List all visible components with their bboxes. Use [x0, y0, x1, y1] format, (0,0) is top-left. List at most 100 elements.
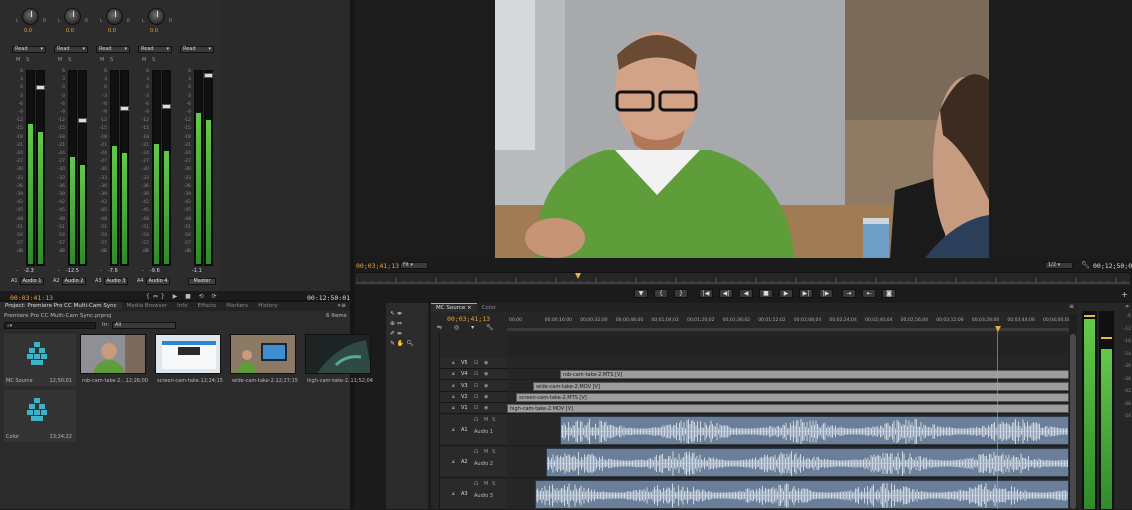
transport-button-0[interactable]: ▼ — [634, 289, 648, 298]
in-select[interactable]: All — [112, 322, 176, 329]
transport-button-2[interactable]: } — [674, 289, 688, 298]
project-item[interactable]: high-cam-take-2... 11;52;04 — [305, 334, 377, 386]
solo-button[interactable]: S — [110, 57, 113, 63]
automation-mode-select[interactable]: Read ▾ — [12, 46, 46, 53]
timeline-tools[interactable]: ⇋ ◎ ▾ 🔧︎ — [437, 324, 499, 331]
mute-button[interactable]: M — [16, 57, 20, 63]
db-scale: 6 3 0 -3 -6 -9 -12 -15 -18 -21 -24 -27 -30 -33 -36 -39-… — [15, 69, 23, 255]
insert-button[interactable]: ⇥ — [842, 289, 856, 298]
overwrite-button[interactable]: ⇤ — [862, 289, 876, 298]
transport-button-6[interactable]: ■ — [759, 289, 773, 298]
volume-fader[interactable] — [78, 118, 87, 123]
track-header-v1[interactable]: 🔒︎ V1 ⊡ ◉ — [440, 403, 507, 415]
transport-button-1[interactable]: { — [654, 289, 668, 298]
export-frame-button[interactable]: ◙ — [882, 289, 896, 298]
solo-button[interactable]: S — [492, 449, 495, 455]
zoom-select[interactable]: Fit ▾ — [400, 262, 428, 269]
ruler-label: 00;02;56;04 — [900, 318, 929, 323]
mute-button[interactable]: M — [100, 57, 104, 63]
track-id: A1 — [461, 427, 468, 433]
mute-button[interactable]: M — [484, 481, 488, 487]
project-item[interactable]: MC Source 12;50;01 — [4, 334, 76, 386]
volume-fader[interactable] — [120, 106, 129, 111]
project-item[interactable]: Color 13;24;22 — [4, 390, 76, 442]
wrench-icon[interactable]: 🔧︎ — [1081, 261, 1090, 269]
meter-fill — [28, 124, 33, 264]
scrollbar-thumb[interactable] — [1070, 334, 1076, 509]
automation-mode-select[interactable]: Read ▾ — [54, 46, 88, 53]
tool-icons[interactable]: ↖ ⇼ ⊕ ⇔ ✐ ⇹ ✎ ✋ 🔍︎ — [390, 309, 424, 349]
tab-effects[interactable]: Effects — [193, 302, 222, 310]
mute-button[interactable]: M — [484, 417, 488, 423]
mixer-transport[interactable]: {⇔} ▶ ■ ⟲ ⟳ — [146, 293, 220, 300]
program-scrubber[interactable] — [355, 272, 1130, 285]
audio-clip[interactable] — [546, 448, 1069, 477]
program-video-frame[interactable] — [495, 0, 989, 258]
tab-project[interactable]: Project: Premiere Pro CC Multi-Cam Sync — [0, 302, 122, 310]
track-header-v3[interactable]: 🔒︎ V3 ⊡ ◉ — [440, 380, 507, 392]
panel-menu-icon[interactable]: »≡ — [337, 302, 346, 309]
pan-knob[interactable] — [106, 8, 123, 25]
pan-knob[interactable] — [148, 8, 165, 25]
solo-button[interactable]: S — [492, 417, 495, 423]
add-button-icon[interactable]: + — [1121, 290, 1128, 299]
channel-name[interactable]: Audio 3 — [104, 278, 128, 285]
tab-media-browser[interactable]: Media Browser — [122, 302, 173, 310]
volume-fader[interactable] — [162, 104, 171, 109]
channel-name[interactable]: Audio 1 — [20, 278, 44, 285]
volume-fader[interactable] — [36, 85, 45, 90]
work-area-bar[interactable] — [507, 328, 1069, 331]
tab-info[interactable]: Info — [172, 302, 192, 310]
pan-knob[interactable] — [22, 8, 39, 25]
solo-button[interactable]: S — [492, 481, 495, 487]
solo-button[interactable]: S — [152, 57, 155, 63]
solo-button[interactable]: S — [26, 57, 29, 63]
track-header-a1[interactable]: 🔒︎ A1 ⊡ M S Audio 1 — [440, 415, 507, 446]
sync-lock-icon: ⊡ — [474, 393, 479, 400]
automation-mode-select[interactable]: Read ▾ — [138, 46, 172, 53]
track-header-v4[interactable]: 🔒︎ V4 ⊡ ◉ — [440, 369, 507, 381]
tab-color[interactable]: Color — [477, 304, 501, 312]
mute-button[interactable]: M — [484, 449, 488, 455]
video-clip[interactable]: wide-cam-take-2.MOV [V] — [533, 381, 1069, 391]
audio-clip[interactable] — [560, 416, 1069, 445]
project-item[interactable]: screen-cam-take... 12;24;15 — [155, 334, 227, 386]
tab-markers[interactable]: Markers — [221, 302, 253, 310]
solo-button[interactable]: S — [68, 57, 71, 63]
channel-name[interactable]: Master — [188, 278, 216, 285]
meters-menu-icon[interactable]: » — [1125, 303, 1129, 310]
automation-mode-select[interactable]: Read ▾ — [96, 46, 130, 53]
transport-button-5[interactable]: ◀ — [739, 289, 753, 298]
track-header-a2[interactable]: 🔒︎ A2 ⊡ M S Audio 2 — [440, 447, 507, 478]
resolution-select[interactable]: 1/2 ▾ — [1045, 262, 1073, 269]
transport-button-3[interactable]: |◀ — [699, 289, 713, 298]
tab-history[interactable]: History — [253, 302, 283, 310]
audio-clip[interactable] — [535, 480, 1069, 509]
timeline-scrollbar[interactable] — [1069, 314, 1077, 509]
channel-name[interactable]: Audio 4 — [146, 278, 170, 285]
track-header-v5[interactable]: 🔒︎ V5 ⊡ ◉ — [440, 358, 507, 369]
transport-button-9[interactable]: |▶ — [819, 289, 833, 298]
volume-fader[interactable] — [204, 73, 213, 78]
channel-name[interactable]: Audio 2 — [62, 278, 86, 285]
automation-mode-value: Read — [57, 46, 70, 52]
transport-button-4[interactable]: ◀| — [719, 289, 733, 298]
project-search-input[interactable]: ⌕▾ — [4, 322, 96, 329]
timeline-menu-icon[interactable]: ≡ — [1069, 303, 1074, 310]
mute-button[interactable]: M — [58, 57, 62, 63]
mute-button[interactable]: M — [142, 57, 146, 63]
video-clip[interactable]: high-cam-take-2.MOV [V] — [507, 404, 1069, 414]
tab-mc-source[interactable]: MC Source × — [431, 303, 477, 312]
track-header-v2[interactable]: 🔒︎ V2 ⊡ ◉ — [440, 391, 507, 403]
track-name: Audio 3 — [474, 493, 493, 499]
timeline-ruler[interactable]: 00;00 00;00;16;00 00;00;32;00 00;00;48;00 00… — [507, 314, 1070, 334]
project-item[interactable]: wide-cam-take-2... 12;27;15 — [230, 334, 302, 386]
pan-knob[interactable] — [64, 8, 81, 25]
transport-button-7[interactable]: ▶ — [779, 289, 793, 298]
video-clip[interactable]: screen-cam-take-2.MTS [V] — [516, 392, 1069, 402]
video-clip[interactable]: rob-cam-take-2.MTS [V] — [560, 370, 1069, 380]
transport-button-8[interactable]: ▶| — [799, 289, 813, 298]
project-item[interactable]: rob-cam-take-2... 12;26;00 — [80, 334, 152, 386]
track-header-a3[interactable]: 🔒︎ A3 ⊡ M S Audio 3 — [440, 479, 507, 510]
automation-mode-select[interactable]: Read ▾ — [180, 46, 214, 53]
